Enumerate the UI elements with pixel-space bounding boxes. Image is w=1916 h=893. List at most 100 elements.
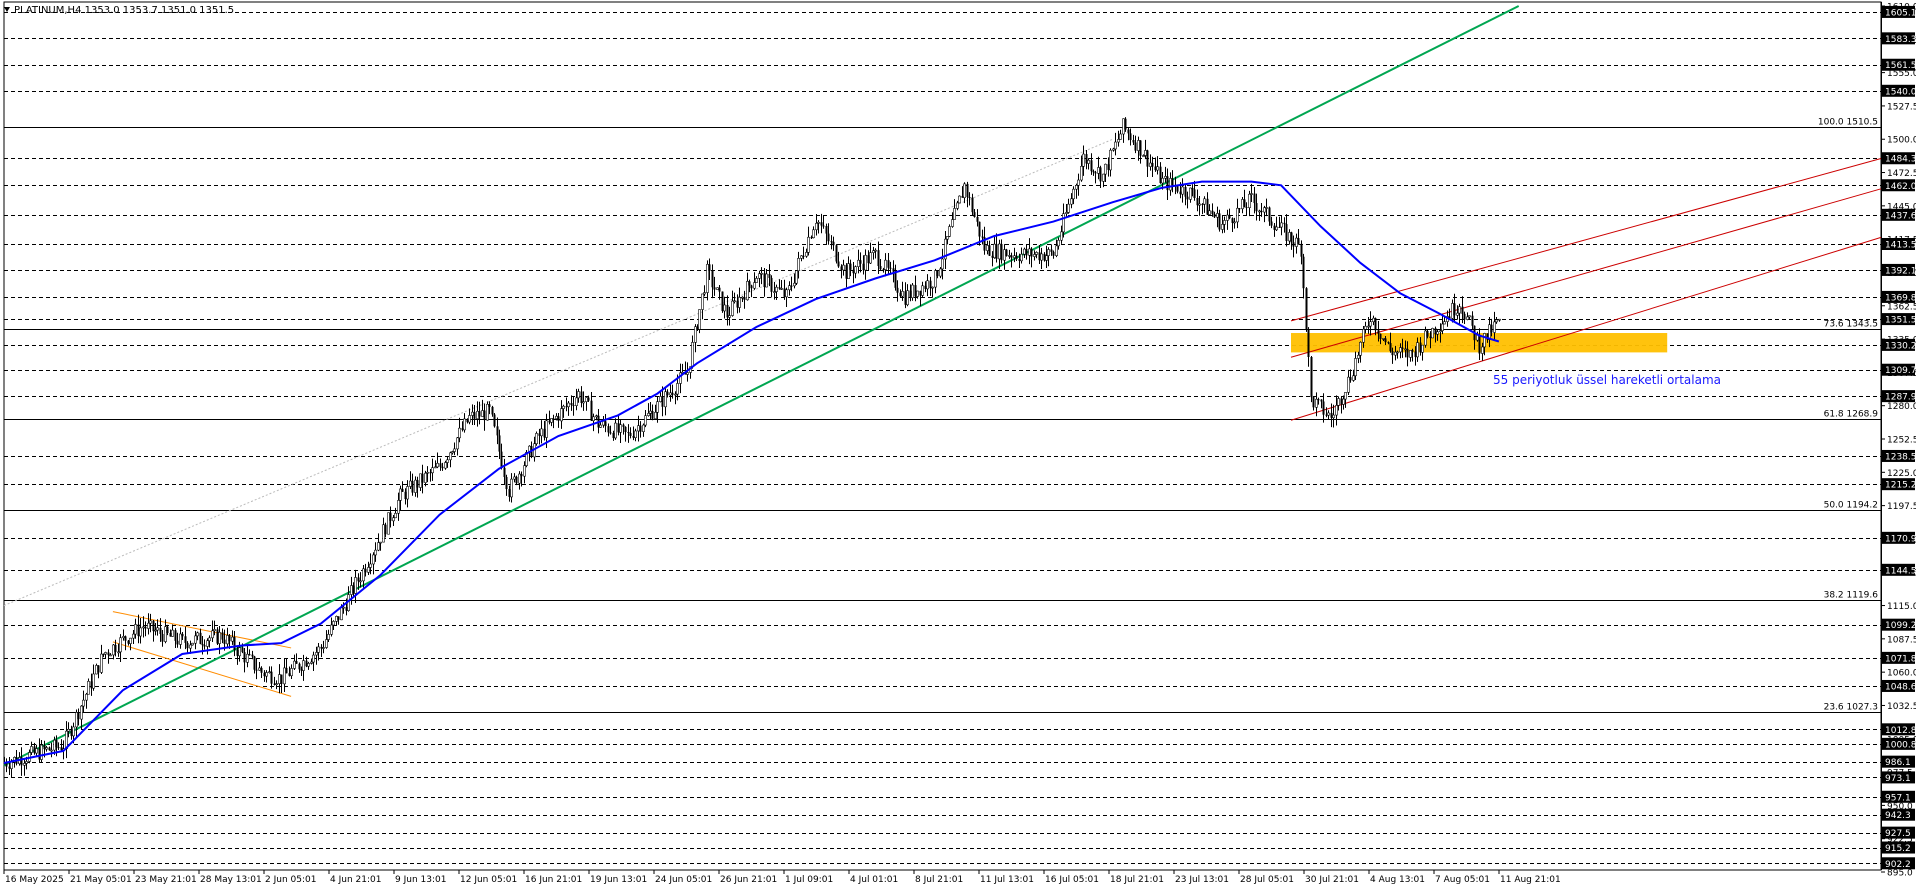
candle-body	[1241, 199, 1244, 210]
candle-body	[1466, 316, 1469, 320]
price-chart[interactable]: 100.0 1510.5 73.6 1343.5 61.8 1268.9 50.0 1…	[0, 0, 1916, 888]
candle-body	[189, 644, 192, 649]
candle-body	[1404, 348, 1407, 351]
candle-body	[1189, 187, 1192, 200]
candle-body	[1411, 350, 1414, 352]
candle-body	[1228, 215, 1231, 219]
candle-body	[1008, 255, 1011, 257]
candle-body	[397, 500, 400, 514]
candle-body	[800, 255, 803, 259]
candle-body	[1367, 325, 1370, 328]
candle-body	[1330, 412, 1333, 418]
chart-area[interactable]: 100.0 1510.5 73.6 1343.5 61.8 1268.9 50.0 1…	[0, 0, 1916, 888]
candle-body	[1300, 243, 1303, 257]
candle-body	[1453, 303, 1456, 316]
candle-body	[1038, 252, 1041, 261]
candle-body	[1357, 354, 1360, 359]
candle-body	[302, 660, 305, 671]
candle-body	[275, 683, 278, 685]
candle-body	[335, 616, 338, 622]
candle-body	[488, 404, 491, 407]
candle-body	[1248, 193, 1251, 208]
axis-tick-label: 1197.5	[1887, 502, 1916, 512]
candle-body	[854, 266, 857, 274]
axis-tick-label: 1527.5	[1887, 102, 1916, 112]
candle-body	[97, 665, 100, 673]
candle-body	[458, 427, 461, 439]
candle-body	[248, 654, 251, 656]
candle-body	[1193, 189, 1196, 198]
candle-body	[520, 474, 523, 477]
candle-body	[372, 554, 375, 565]
price-label: 1392.1	[1885, 266, 1916, 276]
candle-body	[545, 420, 548, 438]
candle-body	[585, 397, 588, 402]
candle-body	[785, 289, 788, 298]
candle-body	[1416, 342, 1419, 358]
candle-body	[805, 252, 808, 257]
candle-body	[1154, 166, 1157, 171]
candle-body	[1490, 324, 1493, 333]
candle-body	[1307, 329, 1310, 358]
candle-body	[842, 264, 845, 271]
price-label: 927.5	[1885, 829, 1911, 839]
candle-body	[1176, 186, 1179, 192]
candle-body	[1003, 249, 1006, 261]
candle-body	[109, 654, 112, 657]
candle-body	[718, 287, 721, 292]
candle-body	[676, 383, 679, 395]
candle-body	[456, 437, 459, 450]
price-label: 1000.8	[1885, 740, 1916, 750]
candle-body	[540, 428, 543, 437]
price-label: 1413.5	[1885, 240, 1916, 250]
candle-body	[82, 699, 85, 707]
candle-body	[253, 656, 256, 670]
candle-body	[807, 236, 810, 253]
candle-body	[431, 467, 434, 474]
time-tick-label: 16 Jul 05:01	[1045, 875, 1099, 885]
candle-body	[671, 392, 674, 395]
candle-body	[1280, 222, 1283, 228]
candle-body	[978, 221, 981, 237]
axis-tick-label: 1472.5	[1887, 169, 1916, 179]
candle-body	[216, 629, 219, 644]
candle-body	[743, 297, 746, 300]
candle-body	[981, 236, 984, 238]
candle-body	[1337, 398, 1340, 406]
candle-body	[498, 435, 501, 452]
time-tick-label: 23 May 21:01	[135, 875, 197, 885]
candle-body	[1255, 203, 1258, 212]
candle-body	[941, 258, 944, 270]
candle-body	[40, 744, 43, 760]
candle-body	[1094, 172, 1097, 174]
candle-body	[523, 465, 526, 477]
candle-body	[1317, 399, 1320, 401]
candle-body	[988, 245, 991, 256]
candle-body	[887, 260, 890, 268]
candle-body	[1327, 412, 1330, 416]
candle-body	[265, 672, 268, 677]
candle-body	[206, 640, 209, 647]
candle-body	[367, 567, 370, 573]
candle-body	[90, 681, 93, 689]
axis-tick-label: 1087.5	[1887, 635, 1916, 645]
price-label: 973.1	[1885, 774, 1911, 784]
candle-body	[1409, 350, 1412, 358]
candle-body	[298, 663, 301, 670]
candle-body	[1025, 249, 1028, 256]
axis-tick-label: 1060.0	[1887, 669, 1916, 679]
candle-body	[629, 432, 632, 436]
candle-body	[1396, 351, 1399, 354]
candle-body	[1070, 198, 1073, 205]
candle-body	[901, 290, 904, 297]
candle-body	[701, 293, 704, 310]
candle-body	[453, 448, 456, 452]
candle-body	[1384, 338, 1387, 343]
candle-body	[1389, 343, 1392, 352]
candle-body	[1005, 249, 1008, 257]
candle-body	[1107, 164, 1110, 170]
candle-body	[669, 392, 672, 396]
candle-body	[830, 241, 833, 243]
chart-header: PLATINUM,H4 1353.0 1353.7 1351.0 1351.5	[14, 5, 234, 16]
candle-body	[1129, 133, 1132, 141]
